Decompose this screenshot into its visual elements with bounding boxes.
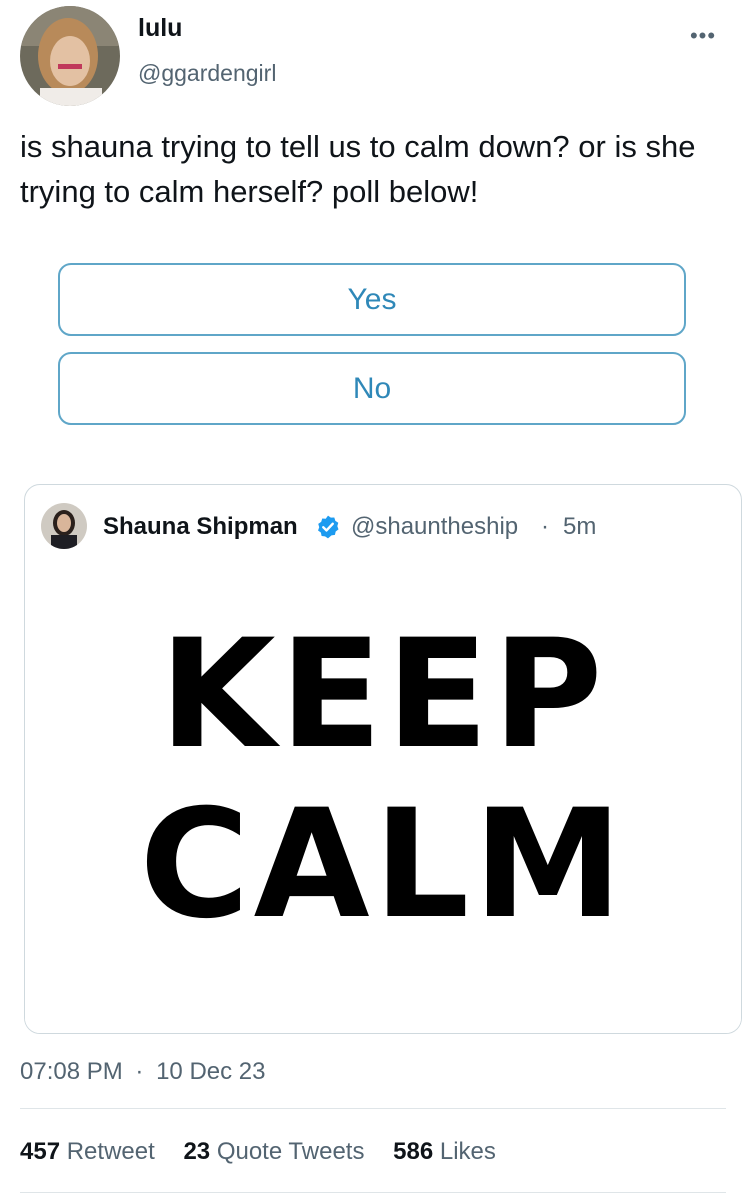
- timestamp-time: 07:08 PM: [20, 1058, 123, 1085]
- divider: [20, 1108, 726, 1109]
- media-text-keep: KEEP: [159, 608, 607, 782]
- divider: [20, 1192, 726, 1193]
- timestamp-separator: ·: [135, 1058, 144, 1085]
- likes-stat[interactable]: 586 Likes: [393, 1138, 496, 1165]
- timestamp-date: 10 Dec 23: [156, 1058, 266, 1085]
- poll-option-yes[interactable]: Yes: [58, 263, 686, 336]
- quote-label: Quote Tweets: [216, 1138, 365, 1165]
- quoted-author-avatar: [41, 503, 87, 549]
- quoted-separator: ·: [541, 513, 549, 540]
- retweet-stat[interactable]: 457 Retweet: [20, 1138, 161, 1165]
- retweet-count: 457: [20, 1138, 61, 1165]
- tweet-text: is shauna trying to tell us to calm down…: [20, 129, 696, 209]
- quoted-handle: @shauntheship: [351, 513, 519, 540]
- retweet-label: Retweet: [66, 1138, 155, 1165]
- engagement-stats: 457 Retweet 23 Quote Tweets 586 Likes: [20, 1138, 518, 1166]
- quoted-media-image: KEEP CALM: [25, 575, 741, 1033]
- author-handle[interactable]: @ggardengirl: [138, 60, 276, 87]
- more-options-icon[interactable]: •••: [688, 24, 718, 48]
- verified-badge-icon: [315, 514, 341, 540]
- quoted-tweet-card[interactable]: Shauna Shipman @shauntheship · 5m KEEP C…: [24, 484, 742, 1034]
- author-avatar[interactable]: [20, 6, 120, 106]
- likes-count: 586: [393, 1138, 434, 1165]
- tweet-timestamp[interactable]: 07:08 PM · 10 Dec 23: [20, 1058, 265, 1086]
- quote-tweets-stat[interactable]: 23 Quote Tweets: [183, 1138, 371, 1165]
- quote-count: 23: [183, 1138, 211, 1165]
- poll-option-no[interactable]: No: [58, 352, 686, 425]
- quoted-display-name: Shauna Shipman: [103, 513, 298, 540]
- likes-label: Likes: [439, 1138, 496, 1165]
- media-text-calm: CALM: [139, 778, 627, 952]
- quoted-time: 5m: [563, 513, 597, 540]
- author-display-name[interactable]: lulu: [138, 14, 182, 43]
